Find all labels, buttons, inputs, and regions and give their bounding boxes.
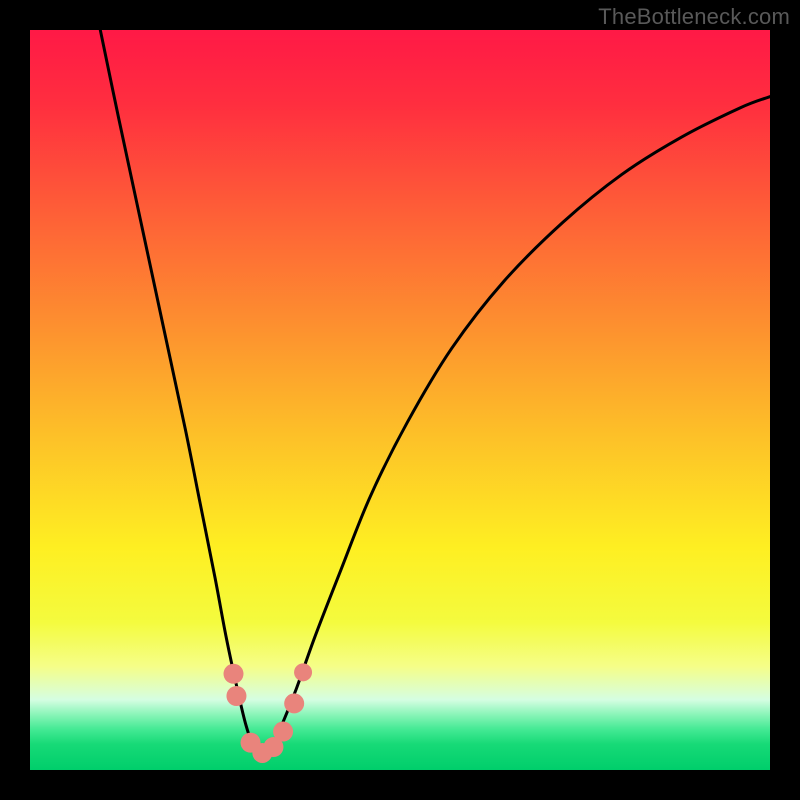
data-point	[284, 693, 304, 713]
data-point	[224, 664, 244, 684]
chart-svg	[30, 30, 770, 770]
data-point	[273, 722, 293, 742]
chart-frame: TheBottleneck.com	[0, 0, 800, 800]
gradient-background	[30, 30, 770, 770]
data-point	[294, 663, 312, 681]
plot-area	[30, 30, 770, 770]
data-point	[226, 686, 246, 706]
watermark-text: TheBottleneck.com	[598, 4, 790, 30]
